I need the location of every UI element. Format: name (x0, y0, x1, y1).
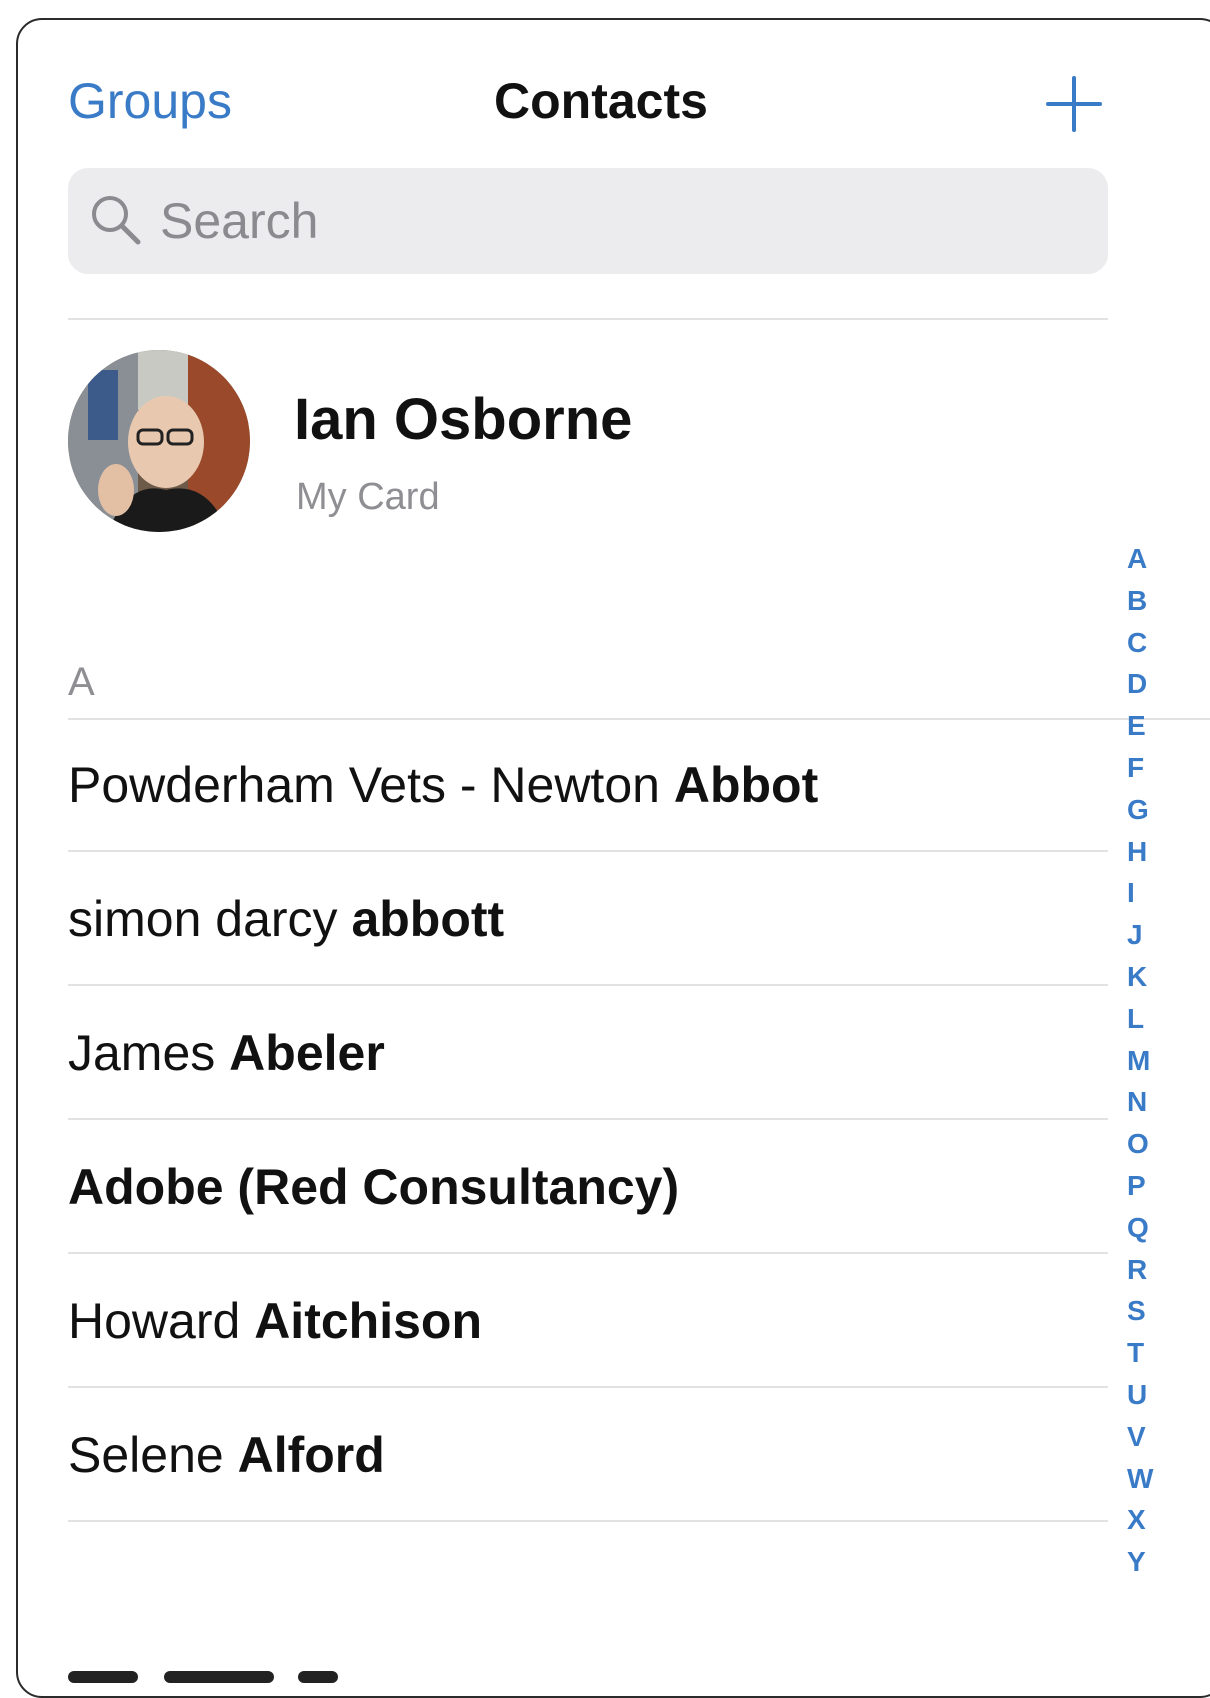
add-contact-button[interactable] (1044, 74, 1104, 134)
index-letter[interactable]: S (1123, 1290, 1163, 1332)
my-card[interactable]: Ian Osborne My Card (68, 350, 1108, 540)
contacts-window: Groups Contacts Search Ian Osborne My Ca… (16, 18, 1210, 1698)
list-item[interactable]: simon darcy abbott (68, 854, 1108, 986)
plus-icon (1046, 76, 1102, 132)
list-item[interactable]: Selene Alford (68, 1390, 1108, 1522)
index-letter[interactable]: D (1123, 663, 1163, 705)
search-icon (92, 196, 141, 245)
index-letter[interactable]: G (1123, 789, 1163, 831)
my-card-label: My Card (296, 476, 440, 518)
divider (68, 1520, 1108, 1522)
section-index[interactable]: ABCDEFGHIJKLMNOPQRSTUVWXY (1123, 538, 1163, 1583)
index-letter[interactable]: V (1123, 1416, 1163, 1458)
index-letter[interactable]: U (1123, 1374, 1163, 1416)
index-letter[interactable]: Y (1123, 1541, 1163, 1583)
index-letter[interactable]: A (1123, 538, 1163, 580)
index-letter[interactable]: X (1123, 1499, 1163, 1541)
page-title: Contacts (494, 73, 708, 129)
divider (68, 850, 1108, 852)
avatar-photo (68, 350, 250, 532)
list-item[interactable]: James Abeler (68, 988, 1108, 1120)
index-letter[interactable]: M (1123, 1040, 1163, 1082)
divider (68, 984, 1108, 986)
clipped-text (68, 1671, 138, 1683)
list-item[interactable]: Powderham Vets - Newton Abbot (68, 720, 1108, 852)
avatar (68, 350, 250, 532)
index-letter[interactable]: E (1123, 705, 1163, 747)
index-letter[interactable]: K (1123, 956, 1163, 998)
index-letter[interactable]: T (1123, 1332, 1163, 1374)
groups-button[interactable]: Groups (68, 72, 232, 130)
list-item[interactable]: Adobe (Red Consultancy) (68, 1122, 1108, 1254)
divider (68, 318, 1108, 320)
list-item-partial[interactable] (68, 1635, 468, 1695)
index-letter[interactable]: L (1123, 998, 1163, 1040)
contact-name: simon darcy abbott (68, 891, 505, 947)
clipped-text (298, 1671, 338, 1683)
contact-name: Howard Aitchison (68, 1293, 482, 1349)
index-letter[interactable]: F (1123, 747, 1163, 789)
index-letter[interactable]: Q (1123, 1207, 1163, 1249)
index-letter[interactable]: B (1123, 580, 1163, 622)
search-input[interactable] (158, 184, 1082, 258)
index-letter[interactable]: C (1123, 622, 1163, 664)
index-letter[interactable]: H (1123, 831, 1163, 873)
contact-name: Adobe (Red Consultancy) (68, 1159, 680, 1215)
index-letter[interactable]: W (1123, 1458, 1163, 1500)
index-letter[interactable]: J (1123, 914, 1163, 956)
index-letter[interactable]: O (1123, 1123, 1163, 1165)
index-letter[interactable]: I (1123, 872, 1163, 914)
contact-name: Selene Alford (68, 1427, 385, 1483)
index-letter[interactable]: R (1123, 1249, 1163, 1291)
contact-name: James Abeler (68, 1025, 385, 1081)
divider (68, 1252, 1108, 1254)
section-header: A (68, 660, 95, 704)
divider (68, 1386, 1108, 1388)
index-letter[interactable]: P (1123, 1165, 1163, 1207)
clipped-text (164, 1671, 274, 1683)
contact-name: Powderham Vets - Newton Abbot (68, 757, 819, 813)
my-card-name: Ian Osborne (294, 387, 633, 452)
divider (68, 1118, 1108, 1120)
index-letter[interactable]: N (1123, 1081, 1163, 1123)
search-bar[interactable] (68, 168, 1108, 274)
list-item[interactable]: Howard Aitchison (68, 1256, 1108, 1388)
